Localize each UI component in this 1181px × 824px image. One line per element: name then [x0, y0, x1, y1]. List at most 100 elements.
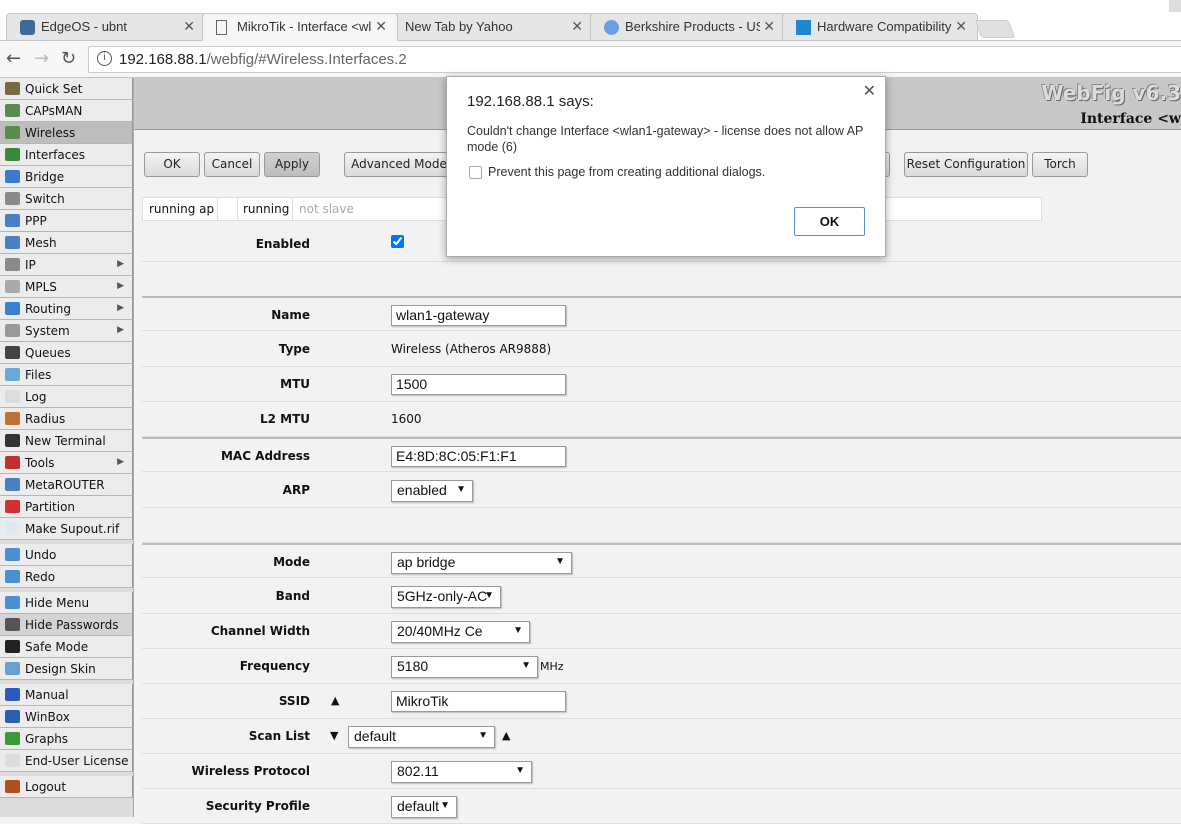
sidebar-item-winbox[interactable]: WinBox: [0, 706, 133, 728]
cancel-button[interactable]: Cancel: [204, 152, 260, 177]
prevent-dialogs-checkbox[interactable]: [469, 166, 482, 179]
dialog-title: 192.168.88.1 says:: [467, 93, 594, 110]
sidebar-item-make-supout-rif[interactable]: Make Supout.rif: [0, 518, 133, 540]
sidebar-item-bridge[interactable]: Bridge: [0, 166, 133, 188]
sidebar-item-hide-menu[interactable]: Hide Menu: [0, 592, 133, 614]
license-icon: [5, 754, 20, 767]
sidebar-item-metarouter[interactable]: MetaROUTER: [0, 474, 133, 496]
add-up-icon[interactable]: ▲: [502, 729, 510, 742]
sidebar-item-manual[interactable]: Manual: [0, 684, 133, 706]
sidebar-item-label: Queues: [25, 346, 71, 360]
sidebar-item-undo[interactable]: Undo: [0, 544, 133, 566]
sidebar-item-files[interactable]: Files: [0, 364, 133, 386]
logout-icon: [5, 780, 20, 793]
sidebar-item-label: MPLS: [25, 280, 57, 294]
sidebar-item-quick-set[interactable]: Quick Set: [0, 78, 133, 100]
torch-button[interactable]: Torch: [1032, 152, 1088, 177]
tab-edgeos[interactable]: EdgeOS - ubnt✕: [6, 13, 206, 41]
ssid-input[interactable]: MikroTik: [391, 691, 566, 712]
enabled-checkbox[interactable]: [391, 235, 404, 251]
sidebar-item-design-skin[interactable]: Design Skin: [0, 658, 133, 680]
url-input[interactable]: i192.168.88.1/webfig/#Wireless.Interface…: [88, 46, 1181, 73]
submenu-arrow-icon: ▶: [117, 325, 124, 335]
close-icon[interactable]: ✕: [372, 18, 387, 35]
sidebar-item-new-terminal[interactable]: New Terminal: [0, 430, 133, 452]
row-mode: Modeap bridge▼: [142, 543, 1181, 578]
name-input[interactable]: wlan1-gateway: [391, 305, 566, 326]
sidebar-item-label: Mesh: [25, 236, 57, 250]
row-mac: MAC AddressE4:8D:8C:05:F1:F1: [142, 437, 1181, 472]
row-channel-width: Channel Width20/40MHz Ce▼: [142, 614, 1181, 649]
wireless-protocol-select[interactable]: 802.11▼: [391, 761, 532, 783]
security-profile-select[interactable]: default▼: [391, 796, 457, 818]
ok-button[interactable]: OK: [144, 152, 200, 177]
sidebar-item-mesh[interactable]: Mesh: [0, 232, 133, 254]
sidebar-item-interfaces[interactable]: Interfaces: [0, 144, 133, 166]
tab-hardware[interactable]: Hardware Compatibility✕: [782, 13, 978, 41]
channel-width-select[interactable]: 20/40MHz Ce▼: [391, 621, 530, 643]
frequency-select[interactable]: 5180▼: [391, 656, 538, 678]
partition-icon: [5, 500, 20, 513]
sidebar-item-label: Switch: [25, 192, 65, 206]
apply-button[interactable]: Apply: [264, 152, 320, 177]
sidebar-item-system[interactable]: System▶: [0, 320, 133, 342]
chevron-down-icon: ▼: [515, 765, 525, 776]
sidebar-item-end-user-license[interactable]: End-User License: [0, 750, 133, 772]
undo-icon: [5, 548, 20, 561]
band-select[interactable]: 5GHz-only-AC▼: [391, 586, 501, 608]
row-band: Band5GHz-only-AC▼: [142, 579, 1181, 614]
forward-icon[interactable]: →: [34, 48, 49, 69]
mac-address-input[interactable]: E4:8D:8C:05:F1:F1: [391, 446, 566, 467]
sidebar-item-redo[interactable]: Redo: [0, 566, 133, 588]
sidebar-item-label: MetaROUTER: [25, 478, 105, 492]
mtu-input[interactable]: 1500: [391, 374, 566, 395]
sidebar-item-log[interactable]: Log: [0, 386, 133, 408]
sidebar-item-logout[interactable]: Logout: [0, 776, 133, 798]
sidebar-item-queues[interactable]: Queues: [0, 342, 133, 364]
info-icon[interactable]: i: [97, 51, 112, 66]
sidebar-item-hide-passwords[interactable]: Hide Passwords: [0, 614, 133, 636]
expand-up-icon[interactable]: ▲: [331, 694, 339, 707]
sidebar-item-partition[interactable]: Partition: [0, 496, 133, 518]
arp-select[interactable]: enabled▼: [391, 480, 473, 502]
design-skin-icon: [5, 662, 20, 675]
reload-icon[interactable]: ↻: [61, 48, 76, 69]
sidebar-item-safe-mode[interactable]: Safe Mode: [0, 636, 133, 658]
sidebar-item-ppp[interactable]: PPP: [0, 210, 133, 232]
sidebar-item-radius[interactable]: Radius: [0, 408, 133, 430]
sidebar-item-graphs[interactable]: Graphs: [0, 728, 133, 750]
gear-icon: [5, 324, 20, 337]
prevent-dialogs-label[interactable]: Prevent this page from creating addition…: [488, 165, 765, 179]
scan-list-select[interactable]: default▼: [348, 726, 495, 748]
sidebar-item-routing[interactable]: Routing▶: [0, 298, 133, 320]
sidebar-item-mpls[interactable]: MPLS▶: [0, 276, 133, 298]
tab-mikrotik[interactable]: MikroTik - Interface <wla✕: [202, 13, 398, 41]
sidebar-item-wireless[interactable]: Wireless: [0, 122, 133, 144]
mode-select[interactable]: ap bridge▼: [391, 552, 572, 574]
advanced-mode-button[interactable]: Advanced Mode: [344, 152, 454, 177]
dialog-ok-button[interactable]: OK: [794, 207, 865, 236]
close-icon[interactable]: ✕: [952, 18, 967, 35]
back-icon[interactable]: ←: [6, 48, 21, 69]
close-icon[interactable]: ✕: [863, 81, 876, 101]
new-tab-button[interactable]: [975, 20, 1016, 38]
row-mtu: MTU1500: [142, 367, 1181, 402]
sidebar-item-ip[interactable]: IP▶: [0, 254, 133, 276]
sidebar-item-capsman[interactable]: CAPsMAN: [0, 100, 133, 122]
antenna-icon: [5, 104, 20, 117]
tab-yahoo[interactable]: New Tab by Yahoo✕: [394, 13, 594, 41]
close-icon[interactable]: ✕: [571, 18, 583, 35]
mpls-icon: [5, 280, 20, 293]
reset-configuration-button[interactable]: Reset Configuration: [904, 152, 1028, 177]
sidebar-item-label: Interfaces: [25, 148, 85, 162]
terminal-icon: [5, 434, 20, 447]
tab-berkshire[interactable]: Berkshire Products - USB✕: [590, 13, 786, 41]
sidebar-item-tools[interactable]: Tools▶: [0, 452, 133, 474]
folder-icon: [5, 368, 20, 381]
sidebar-item-switch[interactable]: Switch: [0, 188, 133, 210]
close-icon[interactable]: ✕: [760, 18, 775, 35]
remove-down-icon[interactable]: ▼: [330, 729, 338, 742]
close-icon[interactable]: ✕: [183, 18, 195, 35]
hide-menu-icon: [5, 596, 20, 609]
ip-icon: [5, 258, 20, 271]
